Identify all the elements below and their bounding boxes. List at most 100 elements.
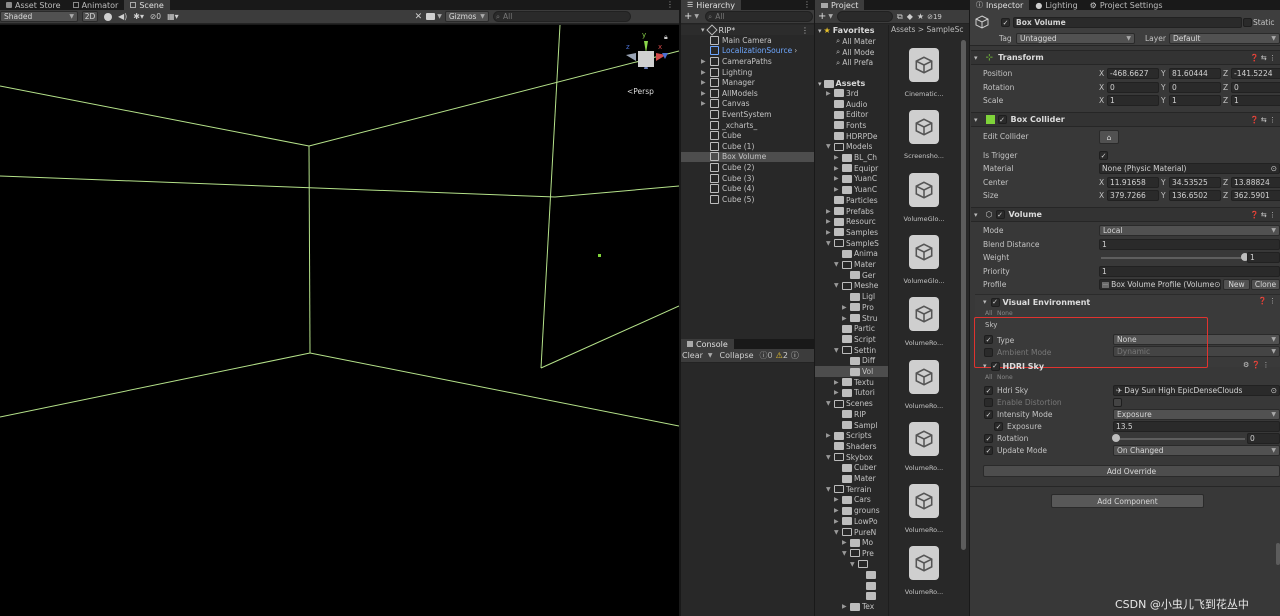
scene-menu-icon[interactable]: ⋮ (801, 26, 809, 35)
expand-arrow-icon[interactable]: ▶ (834, 186, 842, 193)
add-component-button[interactable]: Add Component (1051, 494, 1204, 508)
tab-project[interactable]: Project (815, 0, 865, 10)
weight-slider-track[interactable] (1101, 257, 1245, 259)
scene-viewport[interactable]: y x z 🔒︎ <Persp (0, 25, 679, 616)
object-picker-icon[interactable]: ⊙ (1271, 386, 1277, 395)
hierarchy-item[interactable]: Cube (3) (710, 173, 754, 184)
volume-enabled-checkbox[interactable]: ✓ (995, 210, 1005, 219)
component-tools-icons[interactable]: ❓ ⇆ ⋮ (1250, 54, 1276, 62)
folder-item[interactable]: ▶ Samples (826, 227, 888, 238)
update-mode-override-checkbox[interactable]: ✓ (984, 446, 993, 455)
folder-item[interactable]: Cuber (834, 463, 888, 474)
hierarchy-item[interactable]: Cube (1) (710, 141, 754, 152)
folder-item[interactable]: Fonts (826, 120, 888, 131)
expand-arrow-icon[interactable]: ▶ (701, 100, 710, 107)
scene-search-input[interactable]: ⌕ All (492, 11, 631, 22)
folder-item[interactable]: ▶ YuanC (834, 174, 888, 185)
object-picker-icon[interactable]: ⊙ (1214, 280, 1220, 289)
folder-item[interactable]: Diff (842, 356, 888, 367)
expand-arrow-icon[interactable]: ▼ (850, 561, 858, 568)
hierarchy-item[interactable]: Main Camera (710, 35, 772, 46)
box-collider-header[interactable]: ▾ ✓ Box Collider ❓ ⇆ ⋮ (971, 112, 1280, 127)
tools-icon[interactable]: ✕ (415, 12, 423, 22)
folder-item[interactable]: Particles (826, 195, 888, 206)
expand-arrow-icon[interactable]: ▶ (834, 379, 842, 386)
folder-item[interactable]: ▼ Pre (842, 548, 888, 559)
favorite-item[interactable]: ⌕ All Prefa (836, 57, 888, 68)
tab-hierarchy[interactable]: ☰ Hierarchy (681, 0, 741, 10)
favorite-item[interactable]: ⌕ All Mater (836, 36, 888, 47)
expand-arrow-icon[interactable]: ▶ (826, 432, 834, 439)
asset-item[interactable]: VolumeGlo... (900, 172, 948, 223)
folder-item[interactable]: Shaders (826, 441, 888, 452)
asset-item[interactable]: Cinematic... (900, 48, 948, 98)
asset-item[interactable]: VolumeRo... (900, 359, 948, 410)
override-tools-icons[interactable]: ⚙ ❓ ⋮ (1243, 361, 1269, 369)
folder-item[interactable]: Partic (834, 323, 888, 334)
number-input[interactable]: 81.60444 (1169, 68, 1221, 79)
asset-item[interactable]: VolumeRo... (900, 484, 948, 534)
expand-arrow-icon[interactable]: ▶ (834, 165, 842, 172)
add-override-button[interactable]: Add Override (983, 465, 1280, 477)
folder-item[interactable]: ▶ Textu (834, 377, 888, 388)
orientation-gizmo[interactable]: y x z 🔒︎ (622, 31, 672, 87)
asset-item[interactable]: VolumeRo... (900, 297, 948, 347)
active-checkbox[interactable]: ✓ (1001, 18, 1010, 27)
tab-inspector[interactable]: ⓘ Inspector (970, 0, 1030, 10)
blend-distance-input[interactable]: 1 (1099, 239, 1280, 250)
expand-arrow-icon[interactable]: ▶ (842, 603, 850, 610)
asset-item[interactable]: VolumeGlo... (900, 234, 948, 285)
expand-arrow-icon[interactable]: ▶ (834, 507, 842, 514)
effects-toggle-icon[interactable]: ✱▾ (133, 12, 144, 21)
number-input[interactable]: 34.53525 (1169, 177, 1221, 188)
hdri-override-checkbox[interactable]: ✓ (984, 386, 993, 395)
hierarchy-item[interactable]: Cube (4) (710, 183, 754, 194)
object-picker-icon[interactable]: ⊙ (1271, 164, 1277, 173)
add-icon[interactable]: + (684, 11, 692, 22)
folder-item[interactable]: ▶ Scripts (826, 430, 888, 441)
rotation-override-checkbox[interactable]: ✓ (984, 434, 993, 443)
hierarchy-item[interactable]: LocalizationSource › (710, 46, 797, 57)
folder-item[interactable] (858, 570, 888, 581)
static-checkbox[interactable] (1243, 18, 1252, 27)
expand-arrow-icon[interactable]: ▼ (826, 486, 834, 493)
lock-icon[interactable]: 🔒︎ (664, 33, 668, 42)
tag-dropdown[interactable]: Untagged ▼ (1016, 33, 1135, 44)
expand-arrow-icon[interactable]: ▶ (842, 315, 850, 322)
asset-item[interactable]: VolumeRo... (900, 421, 948, 472)
number-input[interactable]: -468.6627 (1107, 68, 1159, 79)
number-input[interactable]: 11.91658 (1107, 177, 1159, 188)
position-y-field[interactable]: Y 81.60444 (1161, 68, 1221, 79)
folder-item[interactable]: ▶ Tex (842, 602, 888, 613)
component-tools-icons[interactable]: ❓ ⇆ ⋮ (1250, 211, 1276, 219)
hierarchy-item[interactable]: Cube (710, 130, 741, 141)
number-input[interactable]: 136.6502 (1169, 190, 1221, 201)
center-x-field[interactable]: X 11.91658 (1099, 177, 1159, 188)
all-overrides-link[interactable]: All (985, 310, 992, 317)
hierarchy-item[interactable]: ▶ AllModels (701, 88, 758, 99)
rotation-x-field[interactable]: X0 (1099, 82, 1159, 93)
volume-header[interactable]: ▾ ⬡ ✓ Volume ❓ ⇆ ⋮ (971, 207, 1280, 222)
folder-item[interactable]: Ligl (842, 291, 888, 302)
number-input[interactable]: 1 (1169, 95, 1221, 106)
hierarchy-scene-root[interactable]: ▾ RIP* ⋮ (681, 24, 814, 36)
none-overrides-link[interactable]: None (997, 310, 1013, 317)
expand-arrow-icon[interactable]: ▶ (834, 389, 842, 396)
favorite-item[interactable]: ⌕ All Mode (836, 47, 888, 58)
number-input[interactable]: 1 (1231, 95, 1280, 106)
hidden-packages-icon[interactable]: ⊘19 (927, 13, 942, 21)
folder-item[interactable]: ▼ SampleS (826, 238, 888, 249)
project-split-divider[interactable] (888, 25, 889, 616)
expand-arrow-icon[interactable]: ▶ (701, 69, 710, 76)
expand-arrow-icon[interactable]: ▶ (701, 90, 710, 97)
visual-environment-header[interactable]: ▾ ✓ Visual Environment (983, 297, 1090, 307)
folder-item[interactable]: Editor (826, 109, 888, 120)
expand-arrow-icon[interactable]: ▼ (834, 261, 842, 268)
folder-item[interactable]: Audio (826, 99, 888, 110)
clone-profile-button[interactable]: Clone (1251, 279, 1280, 290)
enable-distortion-checkbox[interactable] (1113, 398, 1122, 407)
folder-item[interactable]: ▶ Tutori (834, 388, 888, 399)
add-icon[interactable]: + (818, 11, 826, 22)
folder-item[interactable]: ▶ Prefabs (826, 206, 888, 217)
number-input[interactable]: 0 (1169, 82, 1221, 93)
